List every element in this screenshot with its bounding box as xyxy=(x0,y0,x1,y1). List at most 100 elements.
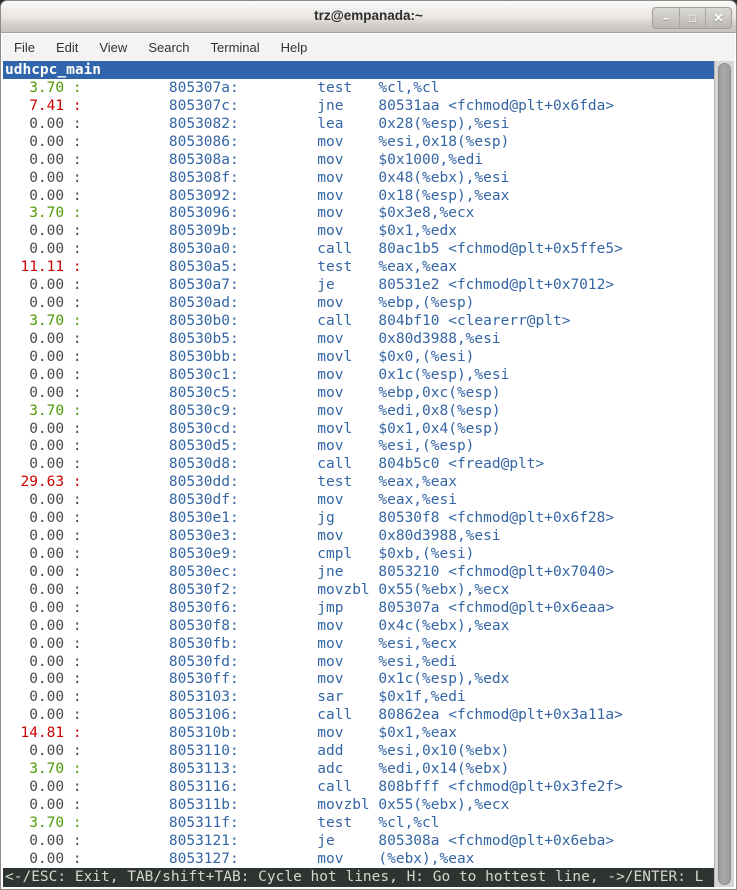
menu-help[interactable]: Help xyxy=(279,37,310,58)
asm-row[interactable]: 0.00 : 8053103: sar $0x1f,%edi xyxy=(3,689,714,707)
instruction-text: 8053106: call 80862ea <fchmod@plt+0x3a11… xyxy=(82,707,623,723)
instruction-text: 80530ad: mov %ebp,(%esp) xyxy=(82,295,475,311)
asm-row[interactable]: 3.70 : 805311f: test %cl,%cl xyxy=(3,815,714,833)
instruction-text: 8053092: mov 0x18(%esp),%eax xyxy=(82,188,510,204)
asm-row[interactable]: 0.00 : 80530a0: call 80ac1b5 <fchmod@plt… xyxy=(3,241,714,259)
instruction-text: 8053127: mov (%ebx),%eax xyxy=(82,851,475,867)
asm-row[interactable]: 3.70 : 805307a: test %cl,%cl xyxy=(3,80,714,98)
overhead-pct: 11.11 : xyxy=(3,259,82,275)
overhead-pct: 0.00 : xyxy=(3,349,82,365)
scrollbar-track[interactable] xyxy=(714,61,734,887)
instruction-text: 80530c9: mov %edi,0x8(%esp) xyxy=(82,403,501,419)
close-icon[interactable]: ✕ xyxy=(705,8,731,28)
instruction-text: 80530fb: mov %esi,%ecx xyxy=(82,636,457,652)
overhead-pct: 0.00 : xyxy=(3,277,82,293)
asm-row[interactable]: 3.70 : 8053096: mov $0x3e8,%ecx xyxy=(3,205,714,223)
asm-row[interactable]: 7.41 : 805307c: jne 80531aa <fchmod@plt+… xyxy=(3,98,714,116)
asm-row[interactable]: 0.00 : 80530cd: movl $0x1,0x4(%esp) xyxy=(3,421,714,439)
instruction-text: 805311b: movzbl 0x55(%ebx),%ecx xyxy=(82,797,510,813)
asm-row[interactable]: 3.70 : 8053113: adc %edi,0x14(%ebx) xyxy=(3,761,714,779)
asm-row[interactable]: 0.00 : 80530e1: jg 80530f8 <fchmod@plt+0… xyxy=(3,510,714,528)
instruction-text: 80530e1: jg 80530f8 <fchmod@plt+0x6f28> xyxy=(82,510,615,526)
asm-row[interactable]: 0.00 : 80530f2: movzbl 0x55(%ebx),%ecx xyxy=(3,582,714,600)
asm-row[interactable]: 0.00 : 8053106: call 80862ea <fchmod@plt… xyxy=(3,707,714,725)
menu-view[interactable]: View xyxy=(97,37,129,58)
asm-row[interactable]: 11.11 : 80530a5: test %eax,%eax xyxy=(3,259,714,277)
asm-row[interactable]: 0.00 : 80530bb: movl $0x0,(%esi) xyxy=(3,349,714,367)
asm-row[interactable]: 3.70 : 80530b0: call 804bf10 <clearerr@p… xyxy=(3,313,714,331)
overhead-pct: 3.70 : xyxy=(3,205,82,221)
asm-row[interactable]: 0.00 : 80530d8: call 804b5c0 <fread@plt> xyxy=(3,456,714,474)
asm-row[interactable]: 0.00 : 80530c1: mov 0x1c(%esp),%esi xyxy=(3,367,714,385)
titlebar[interactable]: trz@empanada:~ – □ ✕ xyxy=(1,1,736,33)
status-bar: <-/ESC: Exit, TAB/shift+TAB: Cycle hot l… xyxy=(3,868,714,887)
overhead-pct: 3.70 : xyxy=(3,761,82,777)
asm-row[interactable]: 0.00 : 80530fb: mov %esi,%ecx xyxy=(3,636,714,654)
asm-row[interactable]: 0.00 : 805311b: movzbl 0x55(%ebx),%ecx xyxy=(3,797,714,815)
asm-row[interactable]: 0.00 : 80530e9: cmpl $0xb,(%esi) xyxy=(3,546,714,564)
menu-edit[interactable]: Edit xyxy=(54,37,80,58)
asm-row[interactable]: 0.00 : 80530f8: mov 0x4c(%ebx),%eax xyxy=(3,618,714,636)
overhead-pct: 0.00 : xyxy=(3,546,82,562)
instruction-text: 80530f8: mov 0x4c(%ebx),%eax xyxy=(82,618,510,634)
asm-row[interactable]: 0.00 : 80530ad: mov %ebp,(%esp) xyxy=(3,295,714,313)
instruction-text: 805307c: jne 80531aa <fchmod@plt+0x6fda> xyxy=(82,98,615,114)
symbol-header: udhcpc_main xyxy=(3,61,714,79)
asm-row[interactable]: 0.00 : 8053082: lea 0x28(%esp),%esi xyxy=(3,116,714,134)
asm-row[interactable]: 0.00 : 80530fd: mov %esi,%edi xyxy=(3,654,714,672)
instruction-text: 80530c5: mov %ebp,0xc(%esp) xyxy=(82,385,501,401)
overhead-pct: 0.00 : xyxy=(3,833,82,849)
asm-row[interactable]: 0.00 : 8053121: je 805308a <fchmod@plt+0… xyxy=(3,833,714,851)
asm-row[interactable]: 0.00 : 8053092: mov 0x18(%esp),%eax xyxy=(3,188,714,206)
instruction-text: 805308f: mov 0x48(%ebx),%esi xyxy=(82,170,510,186)
asm-row[interactable]: 0.00 : 80530df: mov %eax,%esi xyxy=(3,492,714,510)
overhead-pct: 0.00 : xyxy=(3,295,82,311)
asm-row[interactable]: 0.00 : 80530ec: jne 8053210 <fchmod@plt+… xyxy=(3,564,714,582)
asm-row[interactable]: 14.81 : 805310b: mov $0x1,%eax xyxy=(3,725,714,743)
instruction-text: 8053086: mov %esi,0x18(%esp) xyxy=(82,134,510,150)
overhead-pct: 29.63 : xyxy=(3,474,82,490)
asm-row[interactable]: 0.00 : 805308a: mov $0x1000,%edi xyxy=(3,152,714,170)
menu-file[interactable]: File xyxy=(12,37,37,58)
instruction-text: 80530a0: call 80ac1b5 <fchmod@plt+0x5ffe… xyxy=(82,241,623,257)
menu-search[interactable]: Search xyxy=(146,37,191,58)
overhead-pct: 0.00 : xyxy=(3,152,82,168)
asm-row[interactable]: 0.00 : 80530a7: je 80531e2 <fchmod@plt+0… xyxy=(3,277,714,295)
overhead-pct: 0.00 : xyxy=(3,170,82,186)
instruction-text: 805310b: mov $0x1,%eax xyxy=(82,725,457,741)
asm-row[interactable]: 0.00 : 8053086: mov %esi,0x18(%esp) xyxy=(3,134,714,152)
overhead-pct: 0.00 : xyxy=(3,528,82,544)
asm-row[interactable]: 0.00 : 805308f: mov 0x48(%ebx),%esi xyxy=(3,170,714,188)
asm-row[interactable]: 0.00 : 80530c5: mov %ebp,0xc(%esp) xyxy=(3,385,714,403)
asm-row[interactable]: 0.00 : 805309b: mov $0x1,%edx xyxy=(3,223,714,241)
overhead-pct: 0.00 : xyxy=(3,188,82,204)
menubar: File Edit View Search Terminal Help xyxy=(2,34,735,61)
instruction-text: 80530fd: mov %esi,%edi xyxy=(82,654,457,670)
menu-terminal[interactable]: Terminal xyxy=(209,37,262,58)
asm-row[interactable]: 0.00 : 80530d5: mov %esi,(%esp) xyxy=(3,438,714,456)
instruction-text: 80530f2: movzbl 0x55(%ebx),%ecx xyxy=(82,582,510,598)
asm-row[interactable]: 0.00 : 8053116: call 808bfff <fchmod@plt… xyxy=(3,779,714,797)
minimize-icon[interactable]: – xyxy=(653,8,679,28)
maximize-icon[interactable]: □ xyxy=(679,8,705,28)
asm-row[interactable]: 0.00 : 8053127: mov (%ebx),%eax xyxy=(3,851,714,869)
asm-row[interactable]: 0.00 : 80530e3: mov 0x80d3988,%esi xyxy=(3,528,714,546)
terminal-view[interactable]: udhcpc_main 3.70 : 805307a: test %cl,%cl… xyxy=(3,61,734,887)
instruction-text: 80530cd: movl $0x1,0x4(%esp) xyxy=(82,421,501,437)
overhead-pct: 0.00 : xyxy=(3,707,82,723)
instruction-text: 805309b: mov $0x1,%edx xyxy=(82,223,457,239)
asm-row[interactable]: 0.00 : 80530ff: mov 0x1c(%esp),%edx xyxy=(3,671,714,689)
overhead-pct: 0.00 : xyxy=(3,331,82,347)
asm-row[interactable]: 0.00 : 8053110: add %esi,0x10(%ebx) xyxy=(3,743,714,761)
instruction-text: 80530b0: call 804bf10 <clearerr@plt> xyxy=(82,313,571,329)
scrollbar-thumb[interactable] xyxy=(718,63,731,885)
asm-row[interactable]: 29.63 : 80530dd: test %eax,%eax xyxy=(3,474,714,492)
asm-row[interactable]: 0.00 : 80530b5: mov 0x80d3988,%esi xyxy=(3,331,714,349)
instruction-text: 8053096: mov $0x3e8,%ecx xyxy=(82,205,475,221)
asm-row[interactable]: 0.00 : 80530f6: jmp 805307a <fchmod@plt+… xyxy=(3,600,714,618)
instruction-text: 8053121: je 805308a <fchmod@plt+0x6eba> xyxy=(82,833,615,849)
overhead-pct: 3.70 : xyxy=(3,815,82,831)
instruction-text: 80530c1: mov 0x1c(%esp),%esi xyxy=(82,367,510,383)
overhead-pct: 0.00 : xyxy=(3,564,82,580)
asm-row[interactable]: 3.70 : 80530c9: mov %edi,0x8(%esp) xyxy=(3,403,714,421)
